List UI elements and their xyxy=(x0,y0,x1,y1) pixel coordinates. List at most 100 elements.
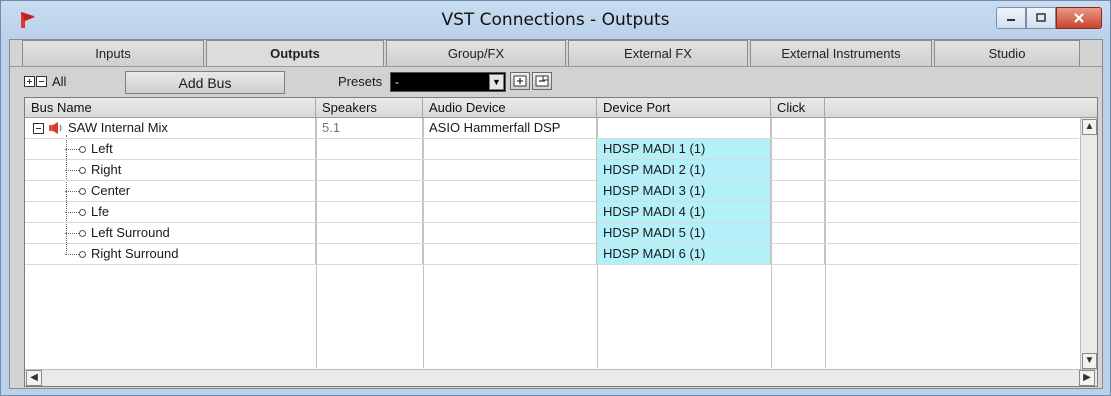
device-port-cell[interactable]: HDSP MADI 2 (1) xyxy=(597,160,771,181)
table-row[interactable]: Left HDSP MADI 1 (1) xyxy=(25,139,1079,160)
tab-external-instruments[interactable]: External Instruments xyxy=(750,40,932,66)
channel-name-cell[interactable]: Right Surround xyxy=(25,244,316,265)
device-port-cell[interactable]: HDSP MADI 5 (1) xyxy=(597,223,771,244)
all-label: All xyxy=(52,74,67,89)
title-bar[interactable]: VST Connections - Outputs xyxy=(1,1,1110,39)
tab-bar: Inputs Outputs Group/FX External FX Exte… xyxy=(22,40,1082,66)
empty-cell xyxy=(825,160,1079,181)
horizontal-scrollbar[interactable]: ◀ ▶ xyxy=(25,369,1097,386)
tab-inputs[interactable]: Inputs xyxy=(22,40,204,66)
remove-preset-icon[interactable] xyxy=(532,72,552,90)
device-port-cell[interactable]: HDSP MADI 3 (1) xyxy=(597,181,771,202)
empty-cell xyxy=(825,244,1079,265)
column-audio-device[interactable]: Audio Device xyxy=(423,98,597,118)
channel-name-cell[interactable]: Left Surround xyxy=(25,223,316,244)
click-cell[interactable] xyxy=(771,223,825,244)
output-port-icon xyxy=(79,146,86,153)
column-click[interactable]: Click xyxy=(771,98,825,118)
output-port-icon xyxy=(79,230,86,237)
column-empty xyxy=(825,98,1097,118)
audio-device-cell xyxy=(423,244,597,265)
vst-connections-window: VST Connections - Outputs Inputs Outputs… xyxy=(0,0,1111,396)
output-port-icon xyxy=(79,251,86,258)
table-header: Bus Name Speakers Audio Device Device Po… xyxy=(25,98,1097,118)
column-device-port[interactable]: Device Port xyxy=(597,98,771,118)
toolbar: All Add Bus Presets - ▼ xyxy=(10,66,1102,96)
tab-studio[interactable]: Studio xyxy=(934,40,1080,66)
close-button[interactable] xyxy=(1056,7,1102,29)
table-row[interactable]: Lfe HDSP MADI 4 (1) xyxy=(25,202,1079,223)
output-port-icon xyxy=(79,167,86,174)
presets-label: Presets xyxy=(338,74,383,89)
presets-dropdown[interactable]: - ▼ xyxy=(390,72,506,92)
connections-panel: Inputs Outputs Group/FX External FX Exte… xyxy=(9,39,1103,389)
channel-name: Left Surround xyxy=(91,225,170,240)
click-cell[interactable] xyxy=(771,244,825,265)
speakers-cell xyxy=(316,223,423,244)
minimize-icon xyxy=(1007,19,1015,21)
device-port-cell[interactable]: HDSP MADI 4 (1) xyxy=(597,202,771,223)
click-cell[interactable] xyxy=(771,202,825,223)
speakers-cell xyxy=(316,181,423,202)
audio-device-cell xyxy=(423,160,597,181)
table-row[interactable]: Right Surround HDSP MADI 6 (1) xyxy=(25,244,1079,265)
bus-name-cell[interactable]: SAW Internal Mix xyxy=(25,118,316,139)
speakers-cell xyxy=(316,244,423,265)
output-port-icon xyxy=(79,209,86,216)
device-port-cell[interactable]: HDSP MADI 6 (1) xyxy=(597,244,771,265)
click-cell[interactable] xyxy=(771,181,825,202)
table-row[interactable]: Right HDSP MADI 2 (1) xyxy=(25,160,1079,181)
audio-device-cell[interactable]: ASIO Hammerfall DSP xyxy=(423,118,597,139)
table-row-bus[interactable]: SAW Internal Mix 5.1 ASIO Hammerfall DSP xyxy=(25,118,1079,139)
maximize-button[interactable] xyxy=(1026,7,1056,29)
tab-external-fx[interactable]: External FX xyxy=(568,40,748,66)
audio-device-cell xyxy=(423,202,597,223)
window-title: VST Connections - Outputs xyxy=(441,10,670,30)
speakers-cell xyxy=(316,139,423,160)
channel-name-cell[interactable]: Right xyxy=(25,160,316,181)
scroll-down-button[interactable]: ▼ xyxy=(1082,353,1097,369)
chevron-down-icon[interactable]: ▼ xyxy=(489,74,504,90)
tab-group-fx[interactable]: Group/FX xyxy=(386,40,566,66)
add-bus-button[interactable]: Add Bus xyxy=(125,71,285,94)
minimize-button[interactable] xyxy=(996,7,1026,29)
speakers-cell[interactable]: 5.1 xyxy=(316,118,423,139)
click-cell[interactable] xyxy=(771,118,825,139)
column-bus-name[interactable]: Bus Name xyxy=(25,98,316,118)
expand-all-icon[interactable] xyxy=(24,76,35,87)
speakers-cell xyxy=(316,160,423,181)
store-preset-icon[interactable] xyxy=(510,72,530,90)
collapse-icon[interactable] xyxy=(33,122,44,134)
empty-cell xyxy=(825,202,1079,223)
maximize-icon xyxy=(1036,13,1046,22)
device-port-cell[interactable]: HDSP MADI 1 (1) xyxy=(597,139,771,160)
click-cell[interactable] xyxy=(771,139,825,160)
empty-cell xyxy=(825,181,1079,202)
channel-name: Center xyxy=(91,183,131,198)
collapse-all-icon[interactable] xyxy=(36,76,47,87)
output-port-icon xyxy=(79,188,86,195)
click-cell[interactable] xyxy=(771,160,825,181)
column-speakers[interactable]: Speakers xyxy=(316,98,423,118)
table-row[interactable]: Left Surround HDSP MADI 5 (1) xyxy=(25,223,1079,244)
audio-device-cell xyxy=(423,139,597,160)
bus-name: SAW Internal Mix xyxy=(68,120,168,135)
speakers-cell xyxy=(316,202,423,223)
scroll-right-button[interactable]: ▶ xyxy=(1079,370,1095,386)
expand-collapse-all[interactable]: All xyxy=(24,74,66,89)
device-port-cell[interactable] xyxy=(597,118,771,139)
table-row[interactable]: Center HDSP MADI 3 (1) xyxy=(25,181,1079,202)
channel-name-cell[interactable]: Left xyxy=(25,139,316,160)
empty-cell xyxy=(825,139,1079,160)
speaker-icon xyxy=(49,122,62,134)
close-icon xyxy=(1074,13,1084,23)
scroll-up-button[interactable]: ▲ xyxy=(1082,119,1097,135)
tab-outputs[interactable]: Outputs xyxy=(206,40,384,66)
audio-device-cell xyxy=(423,181,597,202)
bus-table: Bus Name Speakers Audio Device Device Po… xyxy=(24,97,1098,387)
empty-cell xyxy=(825,118,1079,139)
channel-name-cell[interactable]: Center xyxy=(25,181,316,202)
vertical-scrollbar[interactable]: ▲ ▼ xyxy=(1080,118,1097,370)
scroll-left-button[interactable]: ◀ xyxy=(26,370,42,386)
channel-name-cell[interactable]: Lfe xyxy=(25,202,316,223)
